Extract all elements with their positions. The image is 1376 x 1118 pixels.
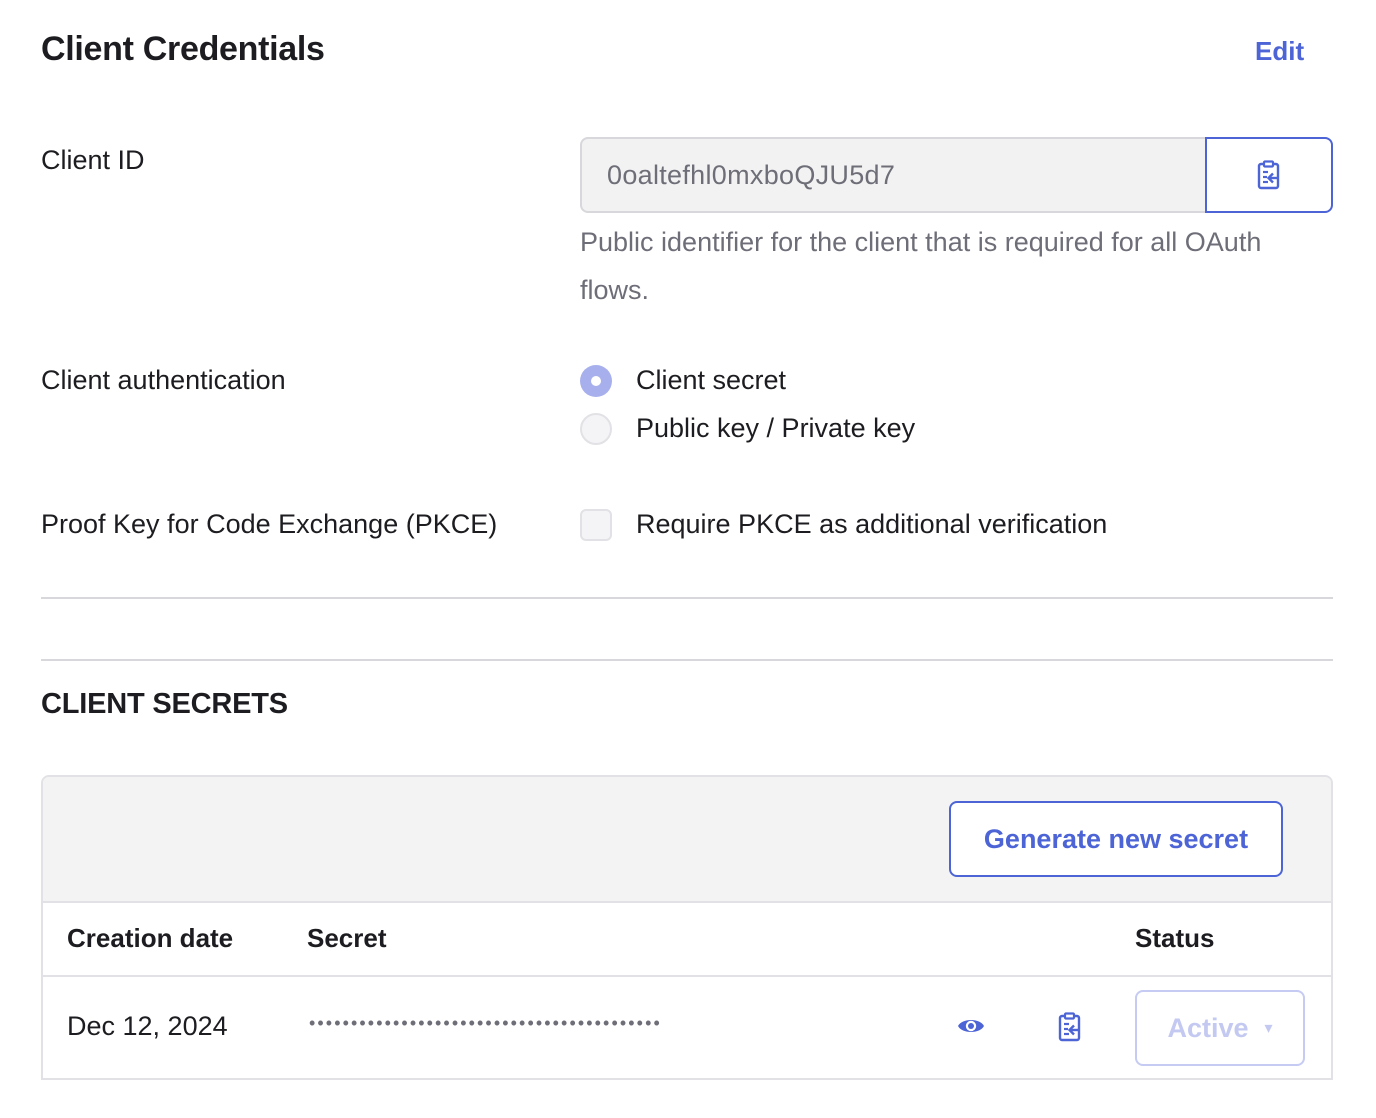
page-title: Client Credentials xyxy=(41,30,325,68)
masked-secret: ••••••••••••••••••••••••••••••••••••••••… xyxy=(309,1013,662,1033)
copy-client-id-button[interactable] xyxy=(1205,137,1333,213)
divider xyxy=(41,597,1333,599)
client-credentials-page: Client Credentials Edit Client ID 0oalte… xyxy=(0,0,1376,1118)
radio-client-secret-label[interactable]: Client secret xyxy=(636,365,786,396)
eye-icon[interactable] xyxy=(957,1015,985,1042)
client-auth-label: Client authentication xyxy=(41,365,286,395)
chevron-down-icon: ▾ xyxy=(1264,1020,1273,1037)
column-header-status: Status xyxy=(1135,923,1215,953)
generate-new-secret-button[interactable]: Generate new secret xyxy=(949,801,1283,877)
pkce-checkbox-label[interactable]: Require PKCE as additional verification xyxy=(636,509,1107,540)
client-id-value: 0oaltefhl0mxboQJU5d7 xyxy=(607,159,896,190)
radio-public-private-key[interactable] xyxy=(580,413,612,445)
column-header-secret: Secret xyxy=(307,923,387,953)
table-header: Creation date Secret Status xyxy=(43,903,1331,977)
status-dropdown[interactable]: Active ▾ xyxy=(1135,990,1305,1066)
client-secrets-panel: Generate new secret Creation date Secret… xyxy=(41,775,1333,1080)
clipboard-copy-icon[interactable] xyxy=(1057,1012,1083,1047)
pkce-checkbox[interactable] xyxy=(580,509,612,541)
edit-link[interactable]: Edit xyxy=(1255,36,1304,67)
client-id-field[interactable]: 0oaltefhl0mxboQJU5d7 xyxy=(580,137,1207,213)
client-id-help-text: Public identifier for the client that is… xyxy=(580,227,1262,305)
pkce-label: Proof Key for Code Exchange (PKCE) xyxy=(41,509,498,539)
divider xyxy=(41,659,1333,661)
table-row: Dec 12, 2024 •••••••••••••••••••••••••••… xyxy=(43,977,1331,1078)
column-header-creation-date: Creation date xyxy=(67,923,234,953)
radio-client-secret[interactable] xyxy=(580,365,612,397)
clipboard-copy-icon xyxy=(1257,160,1280,190)
creation-date-cell: Dec 12, 2024 xyxy=(67,1011,228,1041)
radio-public-private-key-label[interactable]: Public key / Private key xyxy=(636,413,915,444)
client-secrets-title: CLIENT SECRETS xyxy=(41,688,288,720)
client-id-label: Client ID xyxy=(41,145,145,175)
status-value: Active xyxy=(1167,1012,1249,1043)
secrets-toolbar: Generate new secret xyxy=(43,777,1331,903)
